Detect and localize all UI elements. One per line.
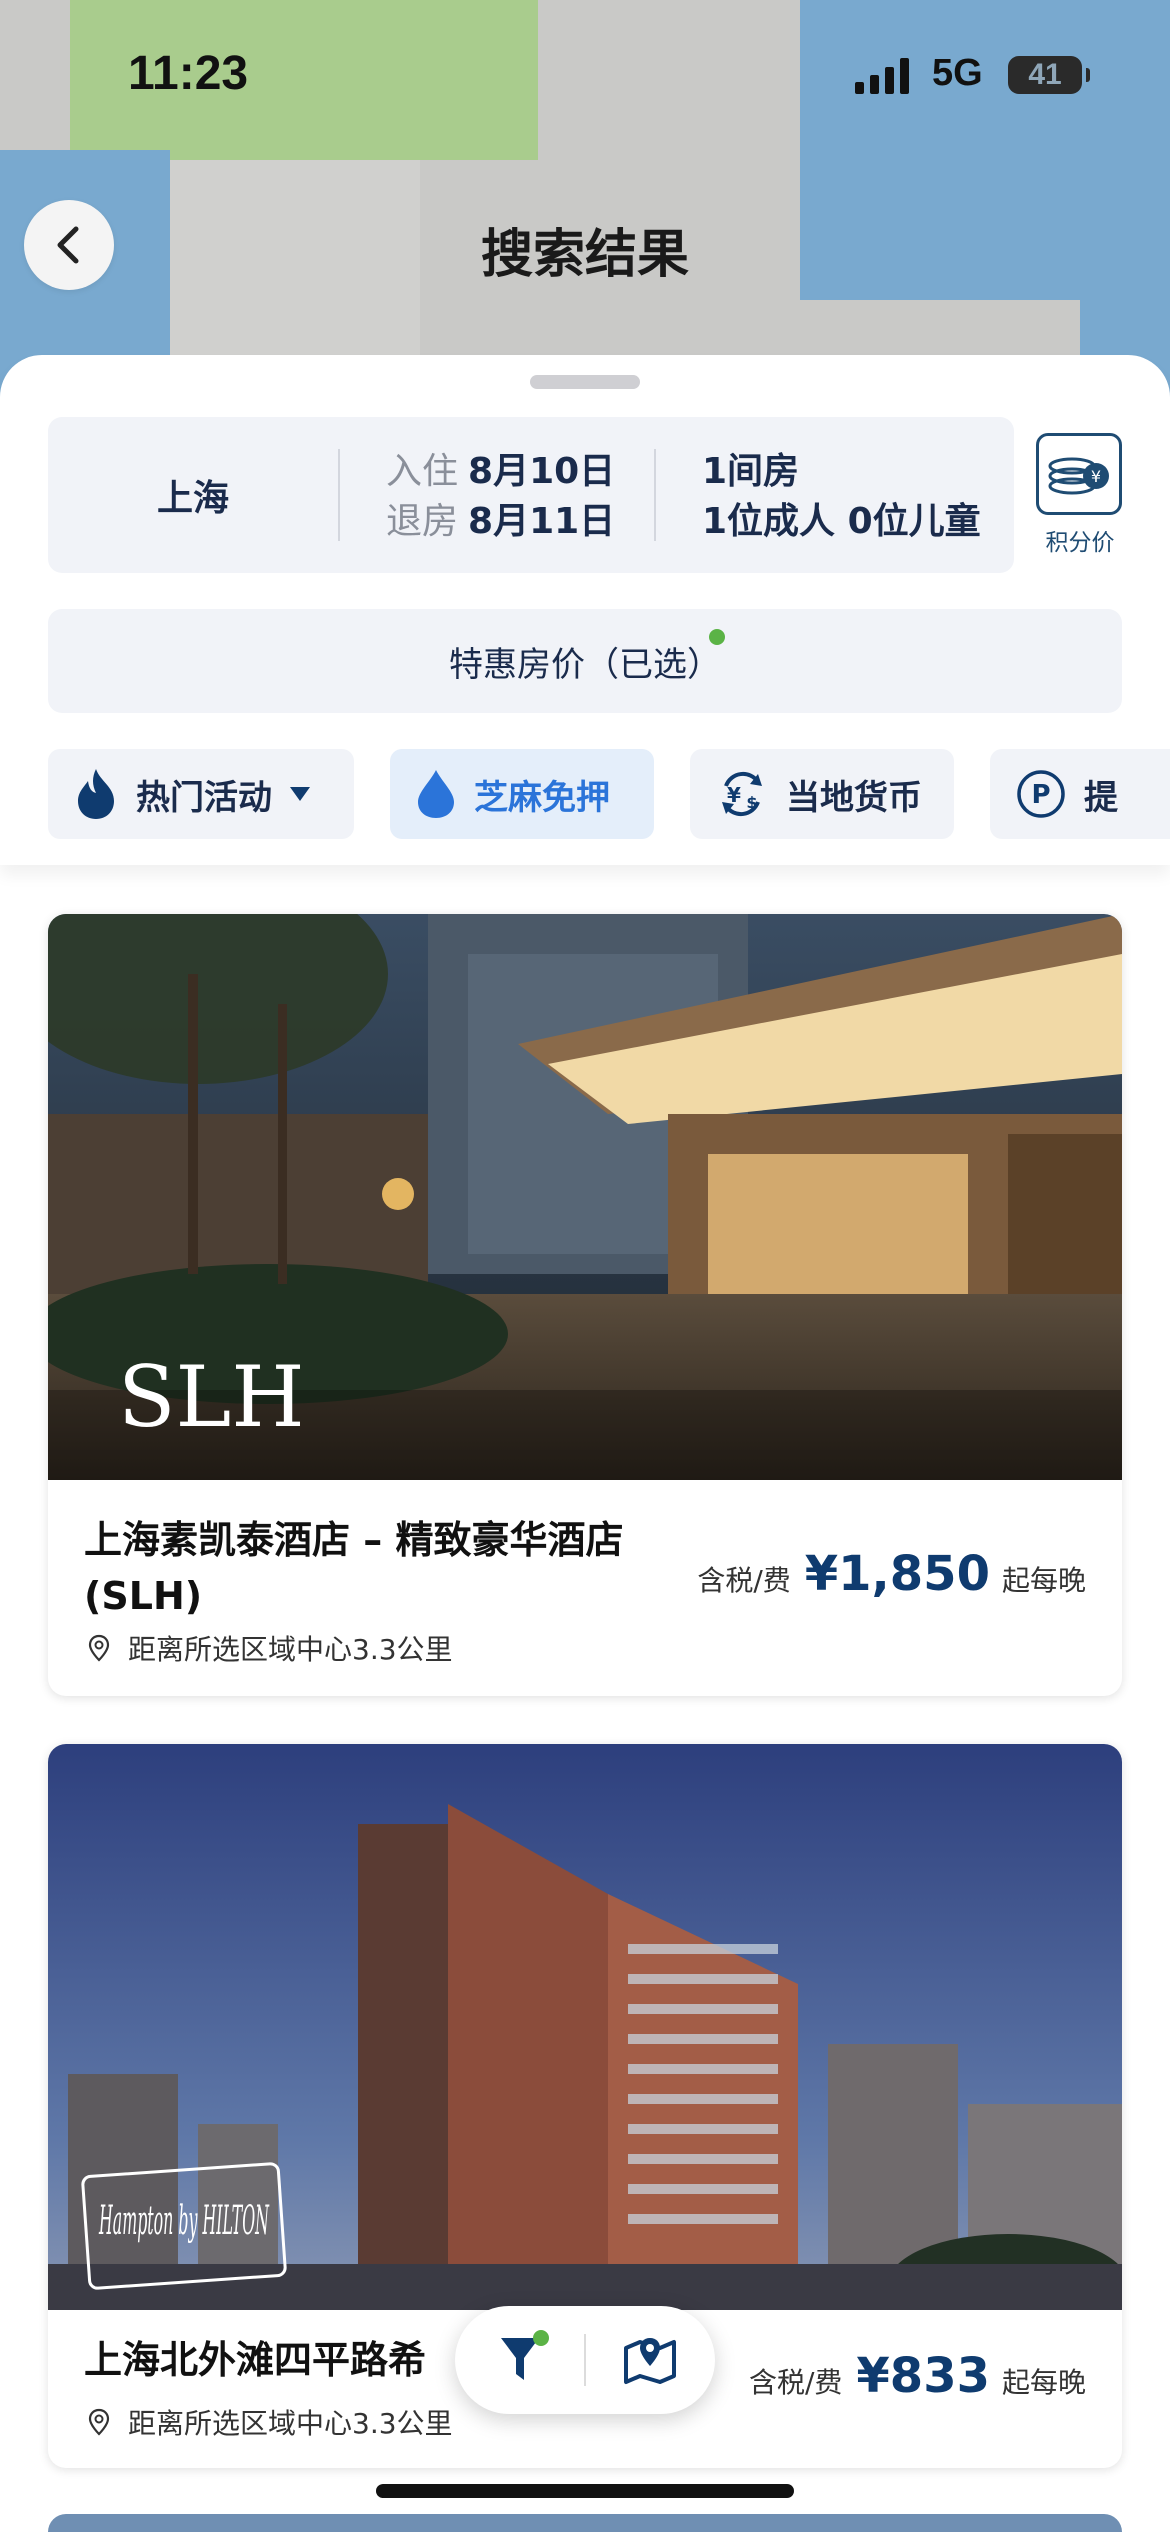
checkin-label: 入住: [386, 451, 459, 492]
hotel-photo[interactable]: SLH: [48, 914, 1122, 1480]
date-range[interactable]: 入住 8月10日 退房 8月11日: [386, 447, 615, 547]
special-rate-selector[interactable]: 特惠房价（已选）: [48, 609, 1122, 713]
floating-action-bar: [455, 2306, 715, 2414]
price-amount: ¥1,850: [804, 1546, 990, 1602]
map-pin-icon: [624, 2338, 676, 2384]
hotel-name[interactable]: 上海素凯泰酒店 – 精致豪华酒店 (SLH): [84, 1512, 744, 1624]
location-pin-icon: [88, 2408, 110, 2436]
battery-icon: 41: [1008, 56, 1090, 94]
room-count: 1间房: [702, 451, 800, 492]
network-type: 5G: [932, 52, 983, 94]
location-pin-icon: [88, 1634, 110, 1662]
hotel-photo[interactable]: Hampton by HILTON: [48, 1744, 1122, 2310]
hotel-name[interactable]: 上海北外滩四平路希: [84, 2332, 514, 2388]
svg-text:$: $: [746, 793, 757, 812]
divider: [338, 449, 340, 541]
checkin-date: 8月10日: [468, 451, 616, 492]
search-sheet: 上海 入住 8月10日 退房 8月11日 1间房 1位成人 0位儿童 ¥ 积分价 特…: [0, 355, 1170, 865]
cellular-signal-icon: [855, 58, 909, 94]
hotel-brand-logo: SLH: [118, 1348, 305, 1446]
guest-count: 1位成人 0位儿童: [702, 501, 981, 542]
destination-city[interactable]: 上海: [48, 417, 338, 573]
selected-indicator-dot: [709, 629, 725, 645]
droplet-icon: [418, 770, 454, 818]
distance-text: 距离所选区域中心3.3公里: [128, 2407, 453, 2440]
filter-active-dot: [533, 2330, 549, 2346]
home-indicator[interactable]: [376, 2484, 794, 2498]
map-view-button[interactable]: [585, 2306, 715, 2414]
currency-exchange-icon: ¥ $: [722, 771, 762, 817]
caret-down-icon: [290, 787, 310, 801]
distance-text: 距离所选区域中心3.3公里: [128, 1633, 453, 1666]
page-title: 搜索结果: [480, 225, 689, 285]
per-night-label: 起每晚: [1001, 2366, 1086, 2399]
filter-chip-label: 提: [1084, 777, 1118, 818]
rooms-guests[interactable]: 1间房 1位成人 0位儿童: [702, 447, 981, 547]
tax-label: 含税/费: [697, 1564, 791, 1597]
special-rate-label: 特惠房价（已选）: [449, 644, 721, 685]
filter-chip-parking[interactable]: P 提: [990, 749, 1170, 839]
filter-chip-label: 热门活动: [136, 777, 272, 818]
filter-button[interactable]: [455, 2306, 585, 2414]
price-amount: ¥833: [856, 2348, 990, 2404]
filter-chip-label: 芝麻免押: [474, 777, 610, 818]
coins-icon: ¥: [1048, 457, 1109, 495]
checkout-date: 8月11日: [468, 501, 616, 542]
points-price-label: 积分价: [1045, 530, 1115, 556]
points-price-toggle[interactable]: ¥: [1036, 433, 1122, 515]
svg-text:P: P: [1031, 780, 1050, 810]
search-summary[interactable]: 上海 入住 8月10日 退房 8月11日 1间房 1位成人 0位儿童: [48, 417, 1014, 573]
hotel-card-peek[interactable]: [48, 2514, 1122, 2532]
flame-icon: [78, 769, 114, 819]
divider: [654, 449, 656, 541]
per-night-label: 起每晚: [1001, 1564, 1086, 1597]
status-bar: 11:23 5G 41: [0, 0, 1170, 150]
hotel-distance: 距离所选区域中心3.3公里: [88, 2402, 453, 2442]
filter-chip-zhima-deposit-free[interactable]: 芝麻免押: [390, 749, 654, 839]
hotel-brand-logo: Hampton by HILTON: [99, 2198, 270, 2244]
tax-label: 含税/费: [748, 2366, 843, 2399]
hotel-distance: 距离所选区域中心3.3公里: [88, 1628, 453, 1668]
clock: 11:23: [128, 47, 249, 100]
parking-icon: P: [1017, 770, 1065, 818]
svg-text:¥: ¥: [1091, 467, 1101, 486]
checkout-label: 退房: [386, 501, 459, 542]
hotel-price: 含税/费 ¥833 起每晚: [749, 2348, 1086, 2404]
hotel-price: 含税/费 ¥1,850 起每晚: [697, 1546, 1086, 1602]
filter-chips: 热门活动 芝麻免押 ¥ $ 当地货币 P 提: [48, 749, 1170, 841]
hotel-card[interactable]: SLH 上海素凯泰酒店 – 精致豪华酒店 (SLH) 距离所选区域中心3.3公里…: [48, 914, 1122, 1696]
sheet-drag-handle[interactable]: [530, 375, 640, 389]
filter-chip-hot-events[interactable]: 热门活动: [48, 749, 354, 839]
filter-chip-label: 当地货币: [786, 777, 922, 818]
filter-chip-local-currency[interactable]: ¥ $ 当地货币: [690, 749, 954, 839]
svg-text:¥: ¥: [727, 783, 741, 807]
